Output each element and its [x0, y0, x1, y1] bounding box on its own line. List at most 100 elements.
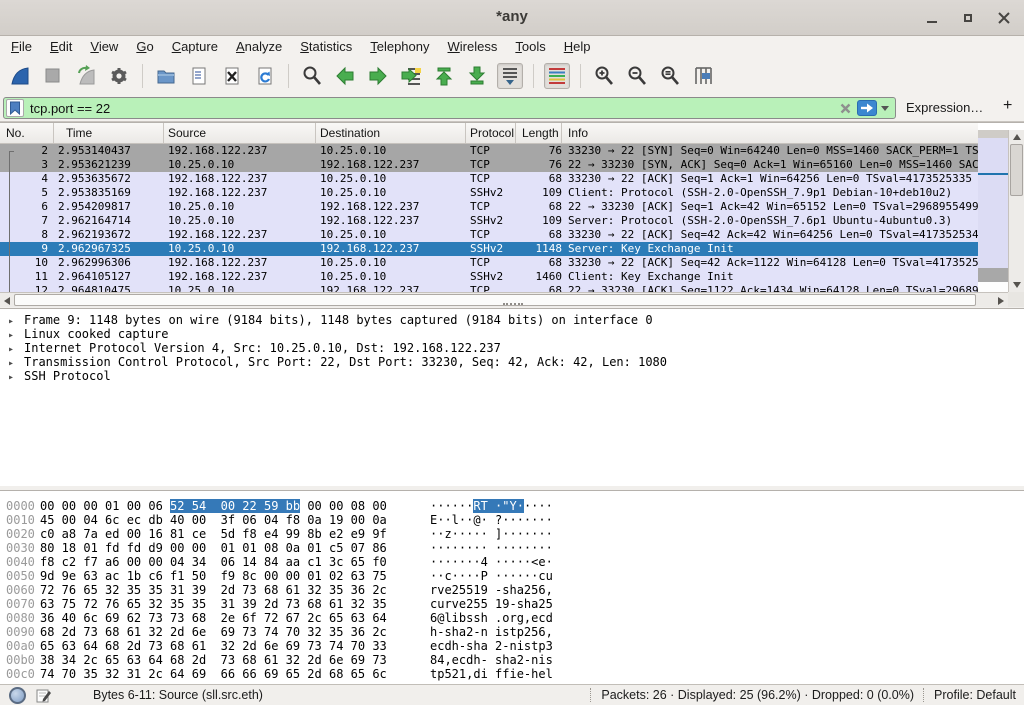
packet-cell-length: 109 [516, 186, 562, 200]
packet-row[interactable]: 62.95420981710.25.0.10192.168.122.237TCP… [0, 200, 978, 214]
capture-restart-button[interactable] [73, 63, 99, 89]
scroll-right-icon[interactable] [998, 297, 1004, 305]
go-to-packet-button[interactable] [398, 63, 424, 89]
open-file-button[interactable] [153, 63, 179, 89]
menu-item-go[interactable]: Go [127, 38, 162, 55]
menu-item-help[interactable]: Help [555, 38, 600, 55]
detail-text: SSH Protocol [24, 369, 111, 383]
pane-splitter-grip[interactable] [503, 303, 523, 305]
scroll-down-icon[interactable] [1013, 282, 1021, 288]
packet-row[interactable]: 82.962193672192.168.122.23710.25.0.10TCP… [0, 228, 978, 242]
detail-line[interactable]: ▸Internet Protocol Version 4, Src: 10.25… [0, 341, 1024, 355]
add-filter-button[interactable]: + [1003, 97, 1012, 115]
expand-arrow-icon[interactable]: ▸ [0, 371, 24, 385]
vertical-scrollbar-thumb[interactable] [1010, 144, 1023, 196]
zoom-100-button[interactable] [657, 63, 683, 89]
detail-line[interactable]: ▸Transmission Control Protocol, Src Port… [0, 355, 1024, 369]
detail-line[interactable]: ▸SSH Protocol [0, 369, 1024, 383]
go-first-button[interactable] [431, 63, 457, 89]
vertical-scrollbar[interactable] [1008, 130, 1024, 292]
resize-columns-button[interactable] [690, 63, 716, 89]
hex-offset: 0090 [6, 625, 40, 639]
detail-line[interactable]: ▸Linux cooked capture [0, 327, 1024, 341]
horizontal-scrollbar-thumb[interactable] [14, 294, 976, 306]
packet-row[interactable]: 112.964105127192.168.122.23710.25.0.10SS… [0, 270, 978, 284]
toolbar-separator [580, 64, 581, 88]
hex-row[interactable]: 00509d 9e 63 ac 1b c6 f1 50 f9 8c 00 00 … [0, 569, 1024, 583]
packet-row[interactable]: 92.96296732510.25.0.10192.168.122.237SSH… [0, 242, 978, 256]
minimize-button[interactable] [920, 6, 944, 30]
packet-row[interactable]: 122.96481047510.25.0.10192.168.122.237TC… [0, 284, 978, 292]
save-file-button[interactable] [186, 63, 212, 89]
intelligent-scrollbar-minimap[interactable] [978, 130, 1008, 292]
clear-filter-icon[interactable] [837, 100, 853, 116]
go-back-button[interactable] [332, 63, 358, 89]
go-last-button[interactable] [464, 63, 490, 89]
menu-item-view[interactable]: View [81, 38, 127, 55]
hex-bytes: 45 00 04 6c ec db 40 00 3f 06 04 f8 0a 1… [40, 513, 394, 527]
capture-start-button[interactable] [7, 63, 33, 89]
maximize-button[interactable] [956, 6, 980, 30]
packet-row[interactable]: 22.953140437192.168.122.23710.25.0.10TCP… [0, 144, 978, 158]
packet-cell-info: 22 → 33230 [ACK] Seq=1 Ack=42 Win=65152 … [562, 200, 978, 214]
hex-row[interactable]: 0020c0 a8 7a ed 00 16 81 ce 5d f8 e4 99 … [0, 527, 1024, 541]
menu-item-telephony[interactable]: Telephony [361, 38, 438, 55]
zoom-in-button[interactable] [591, 63, 617, 89]
hex-row[interactable]: 008036 40 6c 69 62 73 73 68 2e 6f 72 67 … [0, 611, 1024, 625]
expression-button[interactable]: Expression… [906, 100, 983, 115]
hex-row[interactable]: 00a065 63 64 68 2d 73 68 61 32 2d 6e 69 … [0, 639, 1024, 653]
close-file-button[interactable] [219, 63, 245, 89]
menu-item-capture[interactable]: Capture [163, 38, 227, 55]
menu-item-statistics[interactable]: Statistics [291, 38, 361, 55]
hex-row[interactable]: 00c074 70 35 32 31 2c 64 69 66 66 69 65 … [0, 667, 1024, 681]
hex-row[interactable]: 003080 18 01 fd fd d9 00 00 01 01 08 0a … [0, 541, 1024, 555]
packet-row[interactable]: 32.95362123910.25.0.10192.168.122.237TCP… [0, 158, 978, 172]
menu-item-analyze[interactable]: Analyze [227, 38, 291, 55]
hex-row[interactable]: 00b038 34 2c 65 63 64 68 2d 73 68 61 32 … [0, 653, 1024, 667]
column-header-protocol[interactable]: Protocol [466, 123, 516, 143]
menu-item-file[interactable]: File [2, 38, 41, 55]
packet-cell-destination: 10.25.0.10 [316, 228, 466, 242]
hex-row[interactable]: 0040f8 c2 f7 a6 00 00 04 34 06 14 84 aa … [0, 555, 1024, 569]
display-filter-input[interactable]: tcp.port == 22 [3, 97, 896, 119]
column-header-destination[interactable]: Destination [316, 123, 466, 143]
hex-row[interactable]: 001045 00 04 6c ec db 40 00 3f 06 04 f8 … [0, 513, 1024, 527]
scroll-up-icon[interactable] [1013, 134, 1021, 140]
bookmark-icon[interactable] [6, 99, 24, 117]
packet-row[interactable]: 72.96216471410.25.0.10192.168.122.237SSH… [0, 214, 978, 228]
hex-row[interactable]: 007063 75 72 76 65 32 35 35 31 39 2d 73 … [0, 597, 1024, 611]
filter-dropdown-icon[interactable] [881, 106, 889, 111]
scroll-left-icon[interactable] [4, 297, 10, 305]
close-button[interactable] [992, 6, 1016, 30]
column-header-length[interactable]: Length [516, 123, 562, 143]
packet-row[interactable]: 102.962996306192.168.122.23710.25.0.10TC… [0, 256, 978, 270]
capture-options-button[interactable] [106, 63, 132, 89]
menu-item-edit[interactable]: Edit [41, 38, 81, 55]
capture-stop-button[interactable] [40, 63, 66, 89]
menu-item-wireless[interactable]: Wireless [439, 38, 507, 55]
menu-item-tools[interactable]: Tools [506, 38, 554, 55]
colorize-toggle[interactable] [544, 63, 570, 89]
column-header-no[interactable]: No. [0, 123, 54, 143]
auto-scroll-toggle[interactable] [497, 63, 523, 89]
packet-cell-length: 76 [516, 144, 562, 158]
hex-row[interactable]: 000000 00 00 01 00 06 52 54 00 22 59 bb … [0, 499, 1024, 513]
hex-offset: 00b0 [6, 653, 40, 667]
expert-info-icon[interactable] [9, 687, 26, 704]
hex-row[interactable]: 009068 2d 73 68 61 32 2d 6e 69 73 74 70 … [0, 625, 1024, 639]
packet-cell-source: 192.168.122.237 [164, 270, 316, 284]
go-forward-button[interactable] [365, 63, 391, 89]
status-packet-counts: Packets: 26 · Displayed: 25 (96.2%) · Dr… [601, 688, 914, 702]
hex-row[interactable]: 006072 76 65 32 35 35 31 39 2d 73 68 61 … [0, 583, 1024, 597]
column-header-info[interactable]: Info [562, 123, 978, 143]
packet-row[interactable]: 42.953635672192.168.122.23710.25.0.10TCP… [0, 172, 978, 186]
detail-line[interactable]: ▸Frame 9: 1148 bytes on wire (9184 bits)… [0, 313, 1024, 327]
find-packet-button[interactable] [299, 63, 325, 89]
capture-comment-icon[interactable] [36, 688, 51, 703]
zoom-out-button[interactable] [624, 63, 650, 89]
packet-row[interactable]: 52.953835169192.168.122.23710.25.0.10SSH… [0, 186, 978, 200]
apply-filter-button[interactable] [857, 100, 877, 116]
column-header-time[interactable]: Time [54, 123, 164, 143]
reload-file-button[interactable] [252, 63, 278, 89]
column-header-source[interactable]: Source [164, 123, 316, 143]
